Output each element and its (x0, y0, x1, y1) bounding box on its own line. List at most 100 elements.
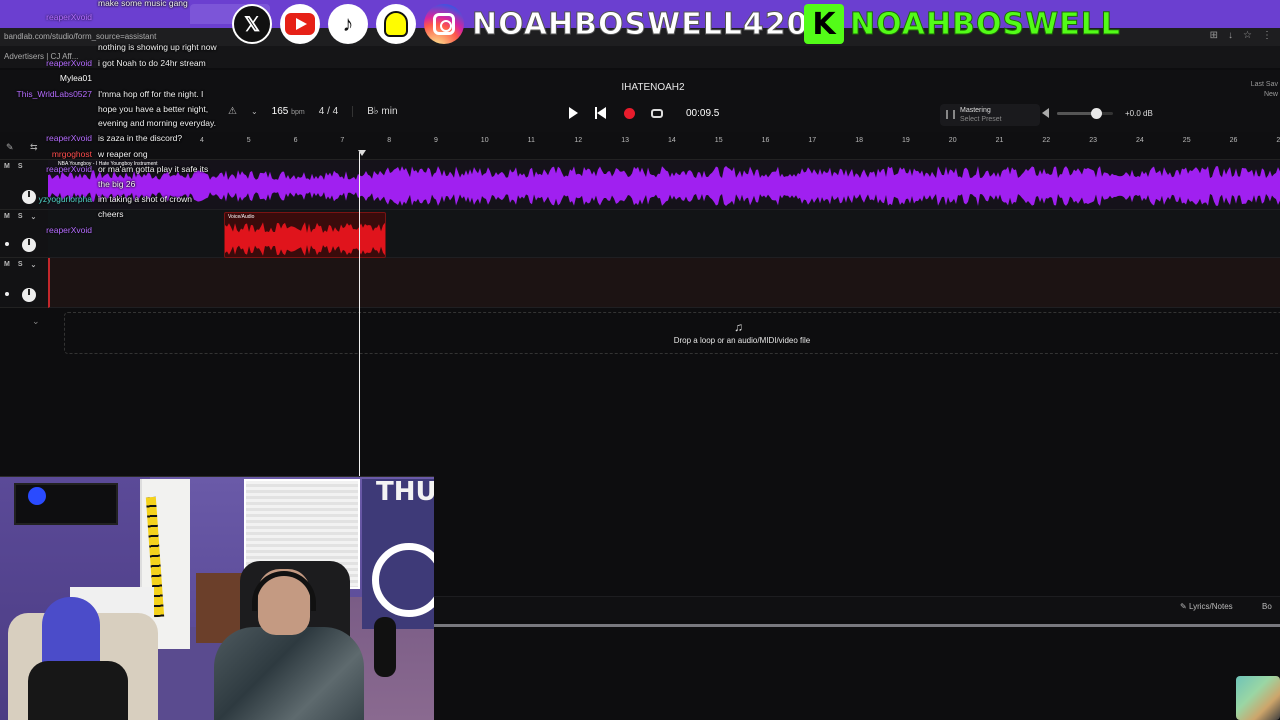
extension-icon[interactable]: ⊞ (1210, 30, 1218, 41)
audio-clip[interactable]: Voice/Audio (224, 212, 386, 258)
ruler-tick-label: 26 (1229, 137, 1238, 144)
ruler-tick-label: 11 (527, 137, 535, 144)
play-button[interactable] (566, 106, 580, 120)
loop-button[interactable] (650, 106, 664, 120)
chat-text: cheers (98, 209, 124, 219)
ruler-tick-label: 15 (714, 137, 723, 144)
ruler-tick-label: 24 (1136, 137, 1144, 144)
arm-dot[interactable] (5, 292, 9, 296)
chevron-down-icon[interactable]: ⌄ (32, 316, 40, 327)
chat-text: evening and morning everyday. (98, 118, 216, 128)
transport-controls: 00:09.5 (566, 106, 719, 120)
chat-username[interactable]: yzyogurlorpha (0, 192, 92, 206)
lower-panel-bar (434, 596, 1280, 620)
time-signature[interactable]: 4 / 4 (319, 106, 338, 117)
chat-username[interactable]: reaperXvoid (0, 10, 92, 24)
chat-message: reaperXvoid or ma'am gotta play it safe i… (0, 162, 240, 176)
ruler-tick-label: 17 (808, 137, 817, 144)
record-button[interactable] (622, 106, 636, 120)
browser-actions: ⊞ ↓ ☆ ⋮ (1210, 30, 1272, 41)
volume-knob[interactable] (22, 238, 36, 252)
speaker-icon[interactable] (1042, 108, 1049, 118)
ruler-tick-label: 6 (293, 137, 298, 144)
chat-message: cheers (0, 207, 240, 221)
play-icon (568, 107, 578, 119)
chat-username[interactable]: reaperXvoid (0, 162, 92, 176)
track-lane-3[interactable] (48, 258, 1280, 308)
volume-handle[interactable] (1091, 107, 1103, 119)
playhead[interactable] (359, 152, 360, 476)
bookmark-icon[interactable]: ☆ (1243, 30, 1252, 41)
ruler-tick-label: 22 (1042, 137, 1051, 144)
chat-text: I'mma hop off for the night. I (98, 89, 204, 99)
menu-icon[interactable]: ⋮ (1262, 30, 1272, 41)
last-saved-label: Last Sav (1250, 81, 1278, 88)
mastering-preset: Select Preset (960, 116, 1002, 123)
volume-slider[interactable] (1057, 107, 1113, 119)
solo-button[interactable]: S (18, 261, 23, 269)
mastering-label: Mastering (960, 107, 991, 114)
tiktok-icon: ♪ (328, 4, 368, 44)
chat-message: This_WrldLabs0527 I'mma hop off for the n… (0, 87, 240, 101)
chat-username[interactable]: mrgoghost (0, 147, 92, 161)
ruler-tick-label: 12 (574, 137, 583, 144)
ruler-tick-label: 13 (621, 137, 629, 144)
chat-username[interactable]: reaperXvoid (0, 223, 92, 237)
avatar (1236, 676, 1280, 720)
chat-text: im taking a shot of crown (98, 194, 193, 204)
bottom-right-button[interactable]: Bo (1262, 602, 1272, 611)
social-handle: NOAHBOSWELL420 (472, 6, 809, 42)
download-icon[interactable]: ↓ (1228, 30, 1233, 41)
social-banner: 𝕏 ♪ NOAHBOSWELL420 (232, 2, 809, 46)
chat-text: or ma'am gotta play it safe its (98, 164, 209, 174)
rewind-button[interactable] (594, 106, 608, 120)
chat-message: evening and morning everyday. (0, 116, 240, 130)
lyrics-notes-button[interactable]: ✎ Lyrics/Notes (1180, 602, 1233, 611)
chat-username[interactable]: reaperXvoid (0, 56, 92, 70)
last-saved: Last Sav New (1251, 80, 1278, 100)
chat-message: reaperXvoid (0, 10, 240, 24)
loop-icon (651, 108, 663, 118)
scrollbar[interactable] (434, 624, 1280, 627)
chevron-down-icon[interactable]: ⌄ (31, 261, 37, 269)
chat-text: i got Noah to do 24hr stream (98, 58, 206, 68)
arm-dot[interactable] (5, 242, 9, 246)
ruler-tick-label: 14 (668, 137, 676, 144)
chat-message: Mylea01 (0, 71, 240, 85)
key-selector[interactable]: B♭ min (352, 106, 398, 117)
bpm-field[interactable]: 165 bpm (272, 106, 305, 117)
chat-username[interactable]: Mylea01 (0, 71, 92, 85)
chat-username[interactable]: This_WrldLabs0527 (0, 87, 92, 101)
bpm-value: 165 (271, 106, 289, 117)
bottom-right-label: Bo (1262, 602, 1272, 611)
project-title[interactable]: IHATENOAH2 (560, 82, 746, 93)
audio-waveform (225, 222, 385, 256)
chat-message: reaperXvoid (0, 223, 240, 237)
chat-text: hope you have a better night, (98, 104, 209, 114)
volume-db: +0.0 dB (1125, 108, 1153, 118)
ruler-tick-label: 21 (995, 137, 1004, 144)
last-saved-sub: New (1263, 91, 1278, 98)
drop-zone-text: Drop a loop or an audio/MIDI/video file (673, 336, 811, 345)
ruler-tick-label: 16 (761, 137, 770, 144)
drop-zone[interactable] (64, 312, 1280, 354)
bpm-unit: bpm (291, 109, 305, 116)
playhead-handle-icon[interactable] (358, 150, 366, 156)
chat-text: make some music gang (98, 0, 188, 8)
mastering-button[interactable]: Mastering Select Preset (940, 104, 1040, 126)
snapchat-icon (376, 4, 416, 44)
chat-username[interactable]: reaperXvoid (0, 131, 92, 145)
chat-message: nothing is showing up right now (0, 40, 240, 54)
webcam-feed: THU (0, 476, 434, 720)
ruler-tick-label: 8 (387, 137, 392, 144)
mute-button[interactable]: M (4, 261, 10, 269)
track-header-3: M S ⌄ (0, 258, 48, 308)
equalizer-icon (946, 110, 955, 119)
chat-message: reaperXvoid i got Noah to do 24hr stream (0, 56, 240, 70)
ruler-tick-label: 10 (480, 137, 489, 144)
ruler-tick-label: 19 (902, 137, 910, 144)
chevron-down-icon[interactable]: ⌄ (251, 107, 258, 116)
track-3-controls: M S ⌄ (4, 261, 36, 269)
volume-knob[interactable] (22, 288, 36, 302)
lyrics-label: Lyrics/Notes (1188, 602, 1233, 611)
